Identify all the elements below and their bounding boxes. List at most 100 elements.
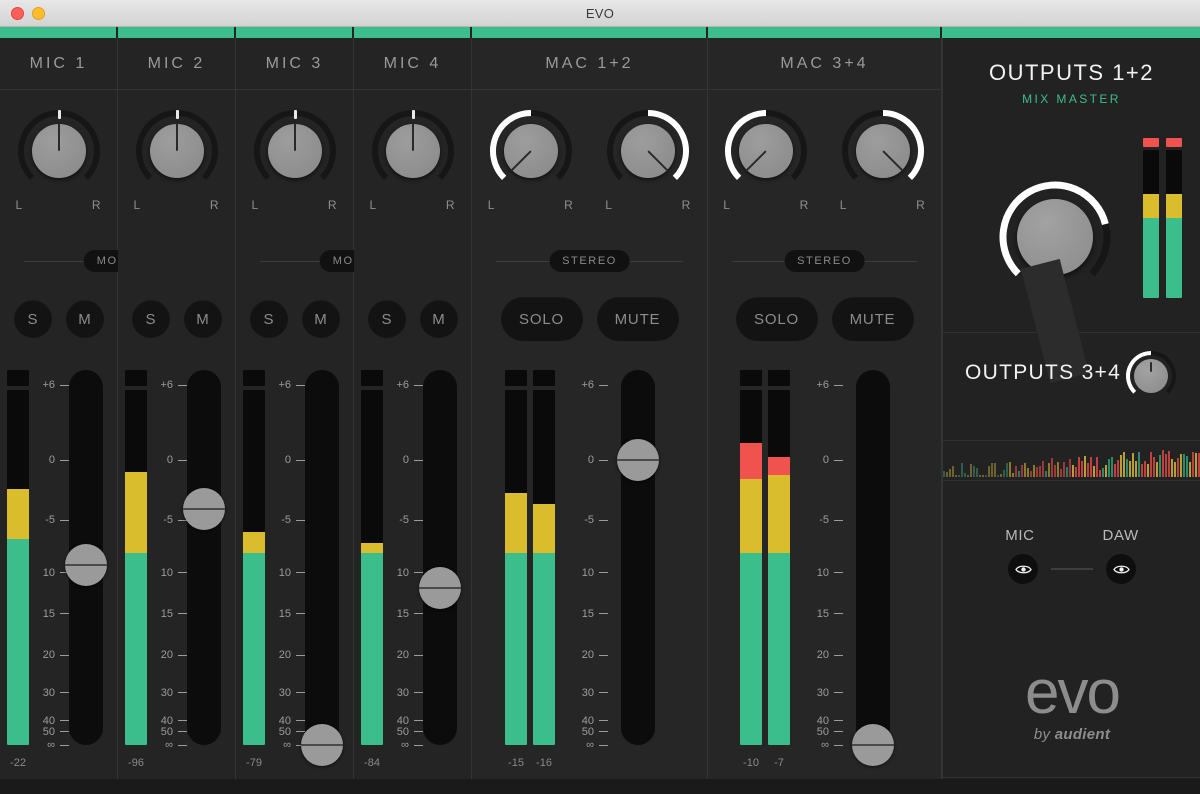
pan-lr-labels: LR	[370, 198, 456, 212]
fader-handle[interactable]	[301, 724, 343, 766]
fader-handle[interactable]	[65, 544, 107, 586]
outputs-3-4-section: OUTPUTS 3+4	[943, 333, 1200, 441]
meter-fill	[361, 542, 383, 745]
pan-knob-wrapper: LR	[370, 108, 456, 212]
fader-handle[interactable]	[617, 439, 659, 481]
scale-tick	[834, 692, 843, 693]
meter-segment	[1166, 194, 1182, 219]
pan-knob[interactable]	[134, 108, 220, 194]
channel-fader[interactable]	[419, 370, 461, 745]
meter-fader-group: +6 0 -5 10 15 20 30 40 50 ∞	[505, 370, 659, 751]
daw-source-button[interactable]	[1106, 554, 1136, 584]
level-meters	[505, 370, 555, 745]
scale-tick	[60, 720, 69, 722]
link-mode-pill[interactable]: STEREO	[784, 250, 865, 272]
mute-button[interactable]: M	[301, 300, 340, 338]
pan-lr-labels: LR	[16, 198, 102, 212]
solo-mute-pair: SOLO MUTE	[500, 297, 679, 341]
scale-mark: 40	[809, 715, 843, 727]
scale-tick	[599, 519, 608, 521]
solo-mute-zone: SM	[0, 280, 117, 358]
waveform-bar	[1060, 468, 1062, 477]
level-meters	[243, 370, 265, 745]
pan-lr-labels: LR	[723, 198, 809, 212]
solo-button[interactable]: SOLO	[500, 297, 583, 341]
meter-track	[740, 390, 762, 745]
logo-audient-text: audient	[1054, 726, 1111, 743]
meter-readout-value: -7	[774, 757, 784, 769]
meter-readouts: -84	[361, 757, 383, 769]
scale-tick	[414, 744, 423, 746]
scale-mark: ∞	[809, 739, 843, 751]
pan-knob[interactable]	[252, 108, 338, 194]
mute-button[interactable]: M	[183, 300, 222, 338]
scale-tick	[178, 654, 187, 656]
waveform-bar	[1177, 458, 1179, 477]
waveform-bar	[1144, 460, 1146, 477]
fader-handle[interactable]	[419, 566, 461, 609]
accent-bar-segment	[472, 27, 708, 38]
pan-right-label: R	[327, 198, 338, 212]
level-meters	[7, 370, 29, 745]
logo-by-prefix: by	[1033, 726, 1055, 743]
scale-label: 10	[581, 566, 594, 579]
solo-button[interactable]: S	[131, 300, 170, 338]
mic-source-button[interactable]	[1008, 554, 1038, 584]
mute-button[interactable]: MUTE	[831, 297, 914, 341]
pan-knob[interactable]	[605, 108, 691, 194]
link-mode-pill[interactable]: STEREO	[549, 250, 630, 272]
scale-mark: 0	[389, 454, 423, 466]
clip-indicator	[740, 370, 762, 386]
pan-knob[interactable]	[723, 108, 809, 194]
meter-segment	[243, 532, 265, 554]
waveform-bar	[976, 468, 978, 477]
waveform-bar	[1117, 460, 1119, 477]
pan-knob[interactable]	[488, 108, 574, 194]
pan-knob-wrapper: LR	[252, 108, 338, 212]
waveform-bar	[955, 475, 957, 477]
pan-right-label: R	[681, 198, 692, 212]
scale-label: -5	[281, 514, 291, 526]
knob-center-notch	[411, 110, 415, 119]
outputs-3-4-volume-knob[interactable]	[1124, 349, 1178, 403]
logo-evo-text: evo	[1025, 658, 1121, 727]
mute-button[interactable]: MUTE	[596, 297, 679, 341]
solo-mute-zone: SM	[236, 280, 353, 358]
meter-segment	[505, 492, 527, 554]
level-meters	[125, 370, 147, 745]
channel-fader[interactable]	[183, 370, 225, 745]
channel-fader[interactable]	[65, 370, 107, 745]
scale-tick	[414, 654, 423, 656]
channel-fader[interactable]	[852, 370, 894, 766]
solo-button[interactable]: S	[367, 300, 406, 338]
scale-label: 30	[278, 686, 291, 699]
scale-mark: -5	[809, 514, 843, 526]
solo-button[interactable]: SOLO	[735, 297, 818, 341]
fader-track	[305, 370, 339, 745]
mute-button[interactable]: M	[65, 300, 104, 338]
waveform-bar	[1039, 466, 1041, 477]
fader-handle[interactable]	[183, 487, 225, 530]
channel-fader[interactable]	[617, 370, 659, 745]
scale-tick	[599, 459, 608, 461]
pan-left-label: L	[723, 198, 731, 212]
meter-fill	[1166, 194, 1182, 298]
waveform-bar	[1057, 462, 1059, 477]
pan-knob[interactable]	[16, 108, 102, 194]
scale-label: +6	[816, 379, 829, 391]
fader-handle[interactable]	[852, 724, 894, 766]
accent-bar-segment	[236, 27, 354, 38]
solo-button[interactable]: S	[249, 300, 288, 338]
pan-knob[interactable]	[370, 108, 456, 194]
pan-knob[interactable]	[840, 108, 926, 194]
level-meter	[361, 370, 383, 745]
fader-track	[621, 370, 655, 745]
solo-button[interactable]: S	[13, 300, 52, 338]
mix-master-volume-knob[interactable]	[996, 178, 1114, 384]
waveform-bar	[1132, 452, 1134, 477]
mute-button[interactable]: M	[419, 300, 458, 338]
waveform-bar	[1150, 452, 1152, 477]
scale-tick	[60, 731, 69, 733]
pan-left-label: L	[839, 198, 848, 212]
channel-fader[interactable]	[301, 370, 343, 766]
